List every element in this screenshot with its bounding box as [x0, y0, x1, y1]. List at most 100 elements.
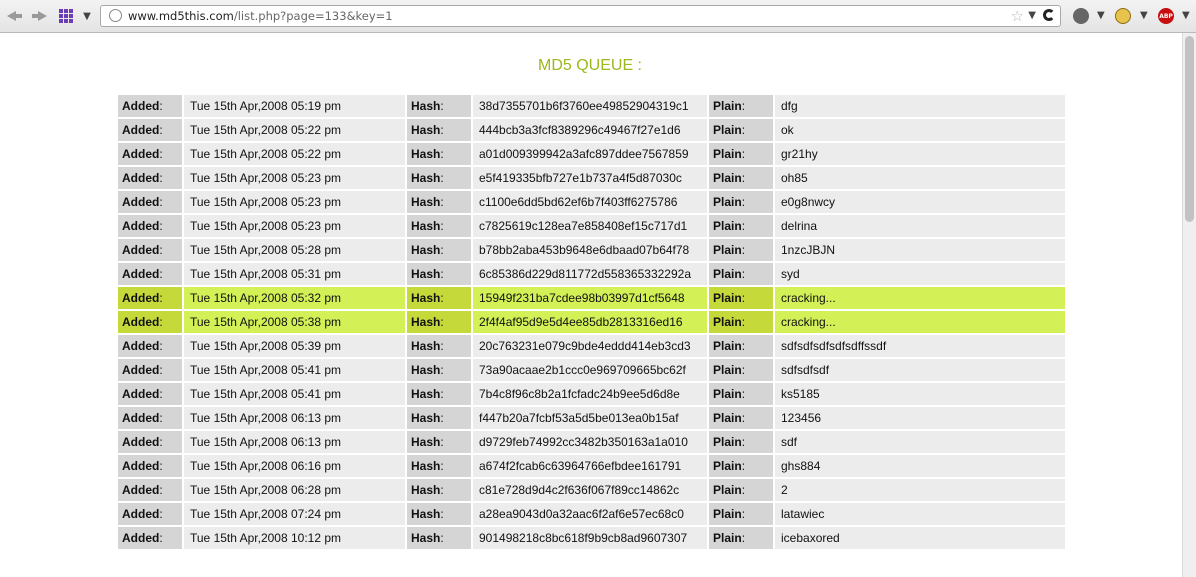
added-value: Tue 15th Apr,2008 05:28 pm — [184, 239, 405, 261]
plain-value: gr21hy — [775, 143, 1065, 165]
reload-icon[interactable] — [1043, 9, 1055, 21]
url-text[interactable]: www.md5this.com/list.php?page=133&key=1 — [128, 9, 393, 23]
added-label: Added: — [118, 167, 182, 189]
forward-icon[interactable] — [30, 7, 48, 25]
hash-label-text: Hash — [411, 411, 441, 425]
label-separator: : — [741, 291, 746, 305]
hash-label-text: Hash — [411, 459, 441, 473]
label-separator: : — [440, 123, 444, 137]
vertical-scrollbar[interactable] — [1182, 33, 1196, 577]
table-row: Added: Tue 15th Apr,2008 05:23 pm Hash: c78… — [118, 215, 1065, 237]
hash-label-text: Hash — [411, 123, 441, 137]
label-separator: : — [159, 411, 163, 425]
added-label-text: Added — [122, 171, 160, 185]
plain-value: ok — [775, 119, 1065, 141]
table-row: Added: Tue 15th Apr,2008 05:38 pm Hash: 2f4… — [118, 311, 1065, 333]
added-label-text: Added — [122, 147, 160, 161]
hash-label: Hash: — [407, 215, 471, 237]
label-separator: : — [741, 99, 746, 113]
label-separator: : — [159, 315, 163, 329]
label-separator: : — [440, 459, 444, 473]
added-label: Added: — [118, 263, 182, 285]
plain-label-text: Plain — [713, 195, 742, 209]
added-value: Tue 15th Apr,2008 06:28 pm — [184, 479, 405, 501]
plain-label-text: Plain — [713, 387, 742, 401]
plain-label-text: Plain — [713, 243, 742, 257]
hash-value: 2f4f4af95d9e5d4ee85db2813316ed16 — [473, 311, 707, 333]
plain-label: Plain: — [709, 479, 773, 501]
scrollbar-thumb[interactable] — [1185, 36, 1194, 222]
hash-label-text: Hash — [411, 99, 441, 113]
table-row: Added: Tue 15th Apr,2008 05:22 pm Hash: a01… — [118, 143, 1065, 165]
hash-value: f447b20a7fcbf53a5d5be013ea0b15af — [473, 407, 707, 429]
label-separator: : — [159, 387, 163, 401]
hash-label: Hash: — [407, 239, 471, 261]
hash-value: 901498218c8bc618f9b9cb8ad9607307 — [473, 527, 707, 549]
added-label: Added: — [118, 215, 182, 237]
added-label-text: Added — [122, 123, 160, 137]
label-separator: : — [741, 483, 746, 497]
plain-value: ks5185 — [775, 383, 1065, 405]
label-separator: : — [741, 315, 746, 329]
added-value: Tue 15th Apr,2008 05:38 pm — [184, 311, 405, 333]
adblock-icon[interactable]: ABP — [1158, 8, 1174, 24]
label-separator: : — [159, 507, 163, 521]
url-domain: www.md5this.com — [128, 9, 234, 23]
added-label-text: Added — [122, 387, 160, 401]
hash-label-text: Hash — [411, 531, 441, 545]
added-value: Tue 15th Apr,2008 05:23 pm — [184, 167, 405, 189]
hash-value: b78bb2aba453b9648e6dbaad07b64f78 — [473, 239, 707, 261]
hash-value: 20c763231e079c9bde4eddd414eb3cd3 — [473, 335, 707, 357]
added-label: Added: — [118, 119, 182, 141]
plain-label: Plain: — [709, 143, 773, 165]
label-separator: : — [159, 531, 163, 545]
bookmark-star-icon[interactable]: ☆ — [1011, 7, 1024, 25]
added-label-text: Added — [122, 195, 160, 209]
label-separator: : — [440, 387, 444, 401]
added-value: Tue 15th Apr,2008 05:41 pm — [184, 383, 405, 405]
table-row: Added: Tue 15th Apr,2008 06:13 pm Hash: f44… — [118, 407, 1065, 429]
bug-icon[interactable] — [1073, 8, 1089, 24]
label-separator: : — [741, 507, 746, 521]
table-row: Added: Tue 15th Apr,2008 05:23 pm Hash: c11… — [118, 191, 1065, 213]
chevron-down-icon[interactable]: ▼ — [1182, 10, 1190, 21]
label-separator: : — [741, 411, 746, 425]
label-separator: : — [741, 531, 746, 545]
chevron-down-icon[interactable]: ▼ — [1028, 10, 1036, 21]
label-separator: : — [440, 363, 444, 377]
plain-label-text: Plain — [713, 291, 742, 305]
plain-label: Plain: — [709, 383, 773, 405]
address-bar[interactable]: www.md5this.com/list.php?page=133&key=1 … — [100, 5, 1061, 27]
added-label: Added: — [118, 191, 182, 213]
face-icon[interactable] — [1115, 8, 1131, 24]
label-separator: : — [440, 171, 444, 185]
hash-label-text: Hash — [411, 363, 441, 377]
chevron-down-icon[interactable]: ▼ — [1097, 10, 1105, 21]
table-row: Added: Tue 15th Apr,2008 05:32 pm Hash: 159… — [118, 287, 1065, 309]
hash-label-text: Hash — [411, 483, 441, 497]
back-icon[interactable] — [5, 7, 23, 25]
plain-label: Plain: — [709, 119, 773, 141]
apps-grid-icon[interactable] — [58, 7, 74, 25]
hash-label-text: Hash — [411, 315, 441, 329]
added-label-text: Added — [122, 315, 160, 329]
added-label: Added: — [118, 431, 182, 453]
hash-label: Hash: — [407, 359, 471, 381]
hash-label: Hash: — [407, 95, 471, 117]
hash-label-text: Hash — [411, 387, 441, 401]
hash-label: Hash: — [407, 431, 471, 453]
chevron-down-icon[interactable]: ▼ — [1140, 10, 1148, 21]
hash-label: Hash: — [407, 263, 471, 285]
chevron-down-icon[interactable]: ▼ — [80, 7, 94, 25]
plain-value: delrina — [775, 215, 1065, 237]
plain-value: 2 — [775, 479, 1065, 501]
label-separator: : — [741, 147, 746, 161]
added-value: Tue 15th Apr,2008 05:19 pm — [184, 95, 405, 117]
added-label-text: Added — [122, 483, 160, 497]
hash-label: Hash: — [407, 287, 471, 309]
added-label-text: Added — [122, 411, 160, 425]
label-separator: : — [440, 219, 444, 233]
browser-toolbar: ▼ www.md5this.com/list.php?page=133&key=… — [0, 0, 1196, 33]
label-separator: : — [159, 459, 163, 473]
label-separator: : — [440, 267, 444, 281]
